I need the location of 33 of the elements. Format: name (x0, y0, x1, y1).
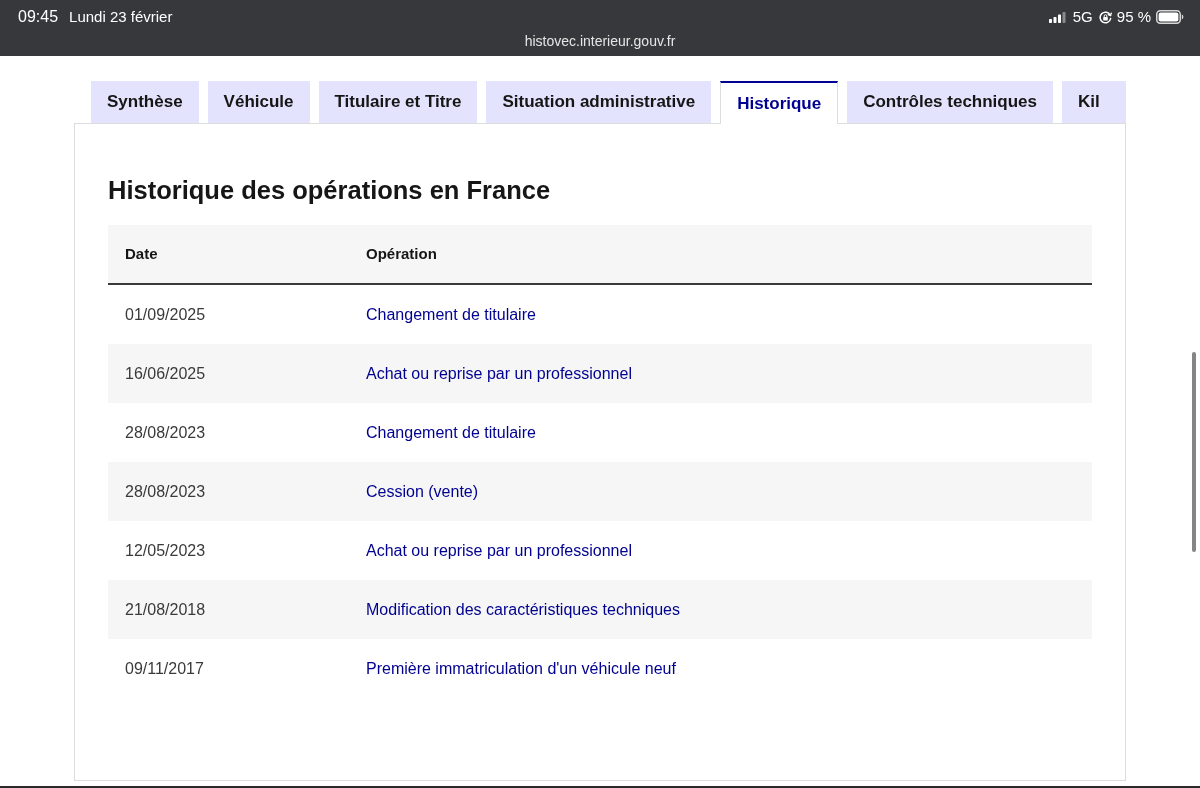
tab[interactable]: Situation administrative (486, 81, 712, 123)
tab[interactable]: Kil (1062, 81, 1126, 123)
date-cell-text: 16/06/2025 (124, 363, 207, 384)
date-text: Lundi 23 février (69, 6, 173, 27)
tab[interactable]: Synthèse (91, 81, 199, 123)
operation-link[interactable]: Achat ou reprise par un professionnel (366, 361, 632, 386)
operation-link[interactable]: Changement de titulaire (366, 302, 536, 327)
date-cell-text: 28/08/2023 (124, 422, 207, 443)
date-cell-text: 28/08/2023 (124, 481, 207, 502)
tab[interactable]: Véhicule (207, 81, 310, 123)
operation-link[interactable]: Première immatriculation d'un véhicule neuf (366, 656, 676, 681)
network-label: 5G (1072, 6, 1093, 27)
date-cell-text: 01/09/2025 (124, 304, 207, 325)
operation-link[interactable]: Modification des caractéristiques techniques (366, 597, 680, 622)
tab[interactable]: Contrôles techniques (847, 81, 1053, 123)
battery-percent: 95 % (1116, 6, 1151, 27)
column-header: Date (124, 243, 159, 264)
date-cell-text: 21/08/2018 (124, 599, 207, 620)
date-cell-text: 09/11/2017 (124, 658, 205, 679)
scrollbar[interactable] (1192, 352, 1196, 552)
battery-icon (1156, 10, 1184, 24)
url-text[interactable]: histovec.interieur.gouv.fr (524, 31, 676, 52)
column-header: Opération (365, 243, 438, 264)
tab[interactable]: Titulaire et Titre (318, 81, 478, 123)
tab[interactable]: Historique (720, 81, 839, 124)
date-cell-text: 12/05/2023 (124, 540, 207, 561)
section-title: Historique des opérations en France (108, 175, 552, 206)
operation-link[interactable]: Changement de titulaire (366, 420, 536, 445)
signal-bars-icon (1048, 11, 1066, 23)
rotation-lock-icon (1098, 10, 1112, 24)
operation-link[interactable]: Achat ou reprise par un professionnel (366, 538, 632, 563)
clock-time: 09:45 (18, 7, 59, 27)
operation-link[interactable]: Cession (vente) (366, 479, 479, 504)
